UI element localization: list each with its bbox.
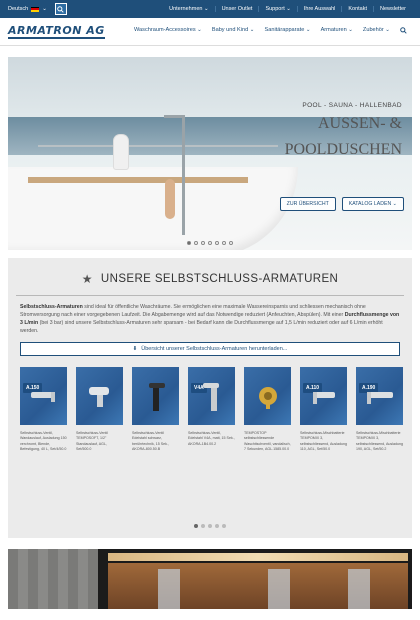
product-image: A.150	[20, 367, 67, 426]
chevron-down-icon: ⌄	[42, 6, 47, 12]
menu-item-baby[interactable]: Baby und Kind ⌄	[207, 27, 260, 36]
valve-icon	[258, 387, 277, 410]
main-menu: Waschraum-Accessoires ⌄ Baby und Kind ⌄ …	[129, 27, 412, 36]
hero-person-showering-image	[165, 179, 175, 219]
faucet-icon	[366, 392, 393, 405]
faucet-icon	[148, 383, 165, 412]
topnav-link-unternehmen[interactable]: Unternehmen ⌄	[163, 6, 214, 12]
hero-buttons: ZUR ÜBERSICHT KATALOG LADEN ⌄	[279, 197, 404, 211]
hero-shower-image	[164, 115, 185, 235]
faucet-icon	[88, 387, 109, 408]
main-navigation: ARMATRON AG Waschraum-Accessoires ⌄ Baby…	[0, 18, 420, 46]
product-text: TEMPOSTOP selbstschliessende Waschtischv…	[244, 431, 291, 451]
glass-door-image	[158, 569, 180, 609]
carousel-dot[interactable]	[194, 524, 198, 528]
topnav-link-outlet[interactable]: Unser Outlet	[214, 6, 259, 12]
hero-title-line2: POOLDUSCHEN	[284, 140, 402, 158]
slider-dot[interactable]	[208, 241, 212, 245]
download-label: Übersicht unserer Selbstschluss-Armature…	[141, 346, 288, 353]
slider-dot[interactable]	[215, 241, 219, 245]
topnav-link-auswahl[interactable]: Ihre Auswahl	[296, 6, 342, 12]
bottom-banner-image	[8, 549, 412, 609]
search-icon	[400, 27, 407, 34]
product-card[interactable]: A.110 Selbstschluss-Mischbatterie TEMPOM…	[300, 367, 347, 452]
menu-item-armaturen[interactable]: Armaturen ⌄	[316, 27, 358, 36]
product-image	[132, 367, 179, 426]
faucet-icon	[312, 392, 335, 405]
product-text: Selbstschluss-Ventil, Wandauslauf, Ausla…	[20, 431, 67, 451]
menu-search-button[interactable]	[395, 27, 412, 36]
product-text: Selbstschluss-Ventil, Edelstahl V4A, mat…	[188, 431, 235, 446]
product-card[interactable]: V4A Selbstschluss-Ventil, Edelstahl V4A,…	[188, 367, 235, 452]
section-strong-text: Selbstschluss-Armaturen	[20, 304, 83, 310]
product-image	[244, 367, 291, 426]
german-flag-icon	[31, 6, 40, 12]
product-card[interactable]: A.190 Selbstschluss-Mischbatterie TEMPOM…	[356, 367, 403, 452]
product-text: Selbstschluss-Mischbatterie TEMPOMIX 3, …	[356, 431, 403, 451]
hero-person-image	[114, 135, 128, 169]
selbstschluss-section: ★ UNSERE SELBSTSCHLUSS-ARMATUREN Selbsts…	[8, 258, 412, 538]
hero-subtitle: POOL - SAUNA - HALLENBAD	[302, 102, 402, 109]
language-selector[interactable]: Deutsch ⌄	[8, 6, 47, 12]
overview-button[interactable]: ZUR ÜBERSICHT	[279, 197, 336, 211]
glass-door-image	[268, 569, 290, 609]
product-text: Selbstschluss-Ventil Edelstahl schwarz, …	[132, 431, 169, 451]
slider-dot[interactable]	[201, 241, 205, 245]
section-text: (bei 3 bar) sind unsere Selbstschluss-Ar…	[20, 320, 383, 335]
product-image: V4A	[188, 367, 235, 426]
product-image: A.110	[300, 367, 347, 426]
product-carousel: A.150 Selbstschluss-Ventil, Wandauslauf,…	[8, 356, 412, 452]
menu-item-sanitaer[interactable]: Sanitärapparate ⌄	[260, 27, 316, 36]
glass-door-image	[348, 569, 370, 609]
hero-caption: POOL - SAUNA - HALLENBAD AUSSEN- & POOLD…	[285, 102, 402, 160]
hero-yacht-image	[8, 137, 298, 250]
topnav-link-newsletter[interactable]: Newsletter	[373, 6, 412, 12]
hero-slider-dots	[8, 241, 412, 245]
product-text: Selbstschluss-Ventil TEMPOSOFT, 1/2" Sta…	[76, 431, 108, 451]
top-navigation: Unternehmen ⌄ Unser Outlet Support ⌄ Ihr…	[163, 6, 412, 12]
star-icon: ★	[81, 272, 93, 286]
carousel-dot[interactable]	[215, 524, 219, 528]
section-title: UNSERE SELBSTSCHLUSS-ARMATUREN	[100, 273, 339, 285]
menu-item-waschraum[interactable]: Waschraum-Accessoires ⌄	[129, 27, 207, 36]
top-bar: Deutsch ⌄ Unternehmen ⌄ Unser Outlet Sup…	[0, 0, 420, 18]
section-description: Selbstschluss-Armaturen sind ideal für ö…	[8, 296, 412, 335]
carousel-dots	[8, 524, 412, 528]
catalog-button[interactable]: KATALOG LADEN ⌄	[341, 197, 404, 211]
download-icon: ⬇	[132, 346, 138, 353]
slider-dot[interactable]	[229, 241, 233, 245]
product-card[interactable]: TEMPOSTOP selbstschliessende Waschtischv…	[244, 367, 291, 452]
faucet-icon	[202, 383, 219, 412]
hero-slider: POOL - SAUNA - HALLENBAD AUSSEN- & POOLD…	[8, 57, 412, 250]
hero-title-line1: AUSSEN- &	[317, 115, 402, 132]
language-label: Deutsch	[8, 6, 29, 12]
slider-dot[interactable]	[187, 241, 191, 245]
product-image	[76, 367, 123, 426]
slider-dot[interactable]	[222, 241, 226, 245]
product-card[interactable]: Selbstschluss-Ventil TEMPOSOFT, 1/2" Sta…	[76, 367, 123, 452]
topnav-link-support[interactable]: Support ⌄	[258, 6, 296, 12]
product-image: A.190	[356, 367, 403, 426]
faucet-icon	[30, 392, 55, 403]
tile-wall-image	[8, 549, 98, 609]
topnav-link-kontakt[interactable]: Kontakt	[341, 6, 373, 12]
carousel-dot[interactable]	[208, 524, 212, 528]
download-overview-button[interactable]: ⬇ Übersicht unserer Selbstschluss-Armatu…	[20, 342, 400, 357]
section-heading: ★ UNSERE SELBSTSCHLUSS-ARMATUREN	[8, 258, 412, 286]
ceiling-light-image	[108, 553, 408, 561]
search-icon	[57, 5, 64, 13]
slider-dot[interactable]	[194, 241, 198, 245]
menu-item-zubehoer[interactable]: Zubehör ⌄	[358, 27, 395, 36]
carousel-dot[interactable]	[201, 524, 205, 528]
logo[interactable]: ARMATRON AG	[8, 25, 105, 39]
search-button[interactable]	[54, 3, 67, 15]
product-text: Selbstschluss-Mischbatterie TEMPOMIX 3, …	[300, 431, 347, 451]
product-card[interactable]: A.150 Selbstschluss-Ventil, Wandauslauf,…	[20, 367, 67, 452]
product-card[interactable]: Selbstschluss-Ventil Edelstahl schwarz, …	[132, 367, 179, 452]
carousel-dot[interactable]	[222, 524, 226, 528]
